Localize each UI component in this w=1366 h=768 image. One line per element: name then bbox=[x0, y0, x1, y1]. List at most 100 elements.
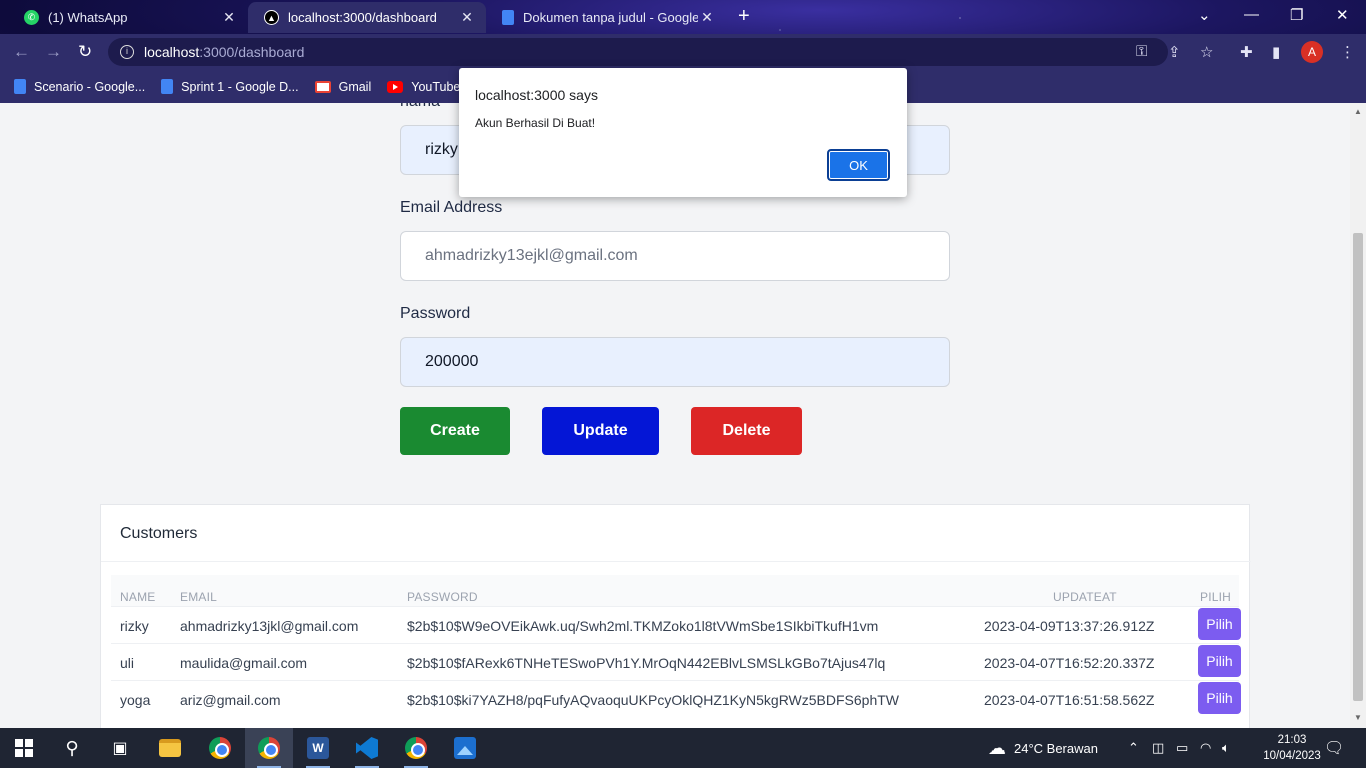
password-value: 200000 bbox=[425, 353, 479, 370]
wifi-icon[interactable]: ◠ bbox=[1200, 728, 1211, 768]
start-button[interactable] bbox=[0, 728, 48, 768]
window-close-icon[interactable]: ✕ bbox=[1336, 6, 1349, 24]
scroll-down-icon[interactable]: ▼ bbox=[1354, 713, 1362, 722]
tab-search-icon[interactable]: ⌄ bbox=[1198, 6, 1211, 24]
name-value: rizky bbox=[425, 141, 458, 158]
gmail-icon bbox=[314, 80, 331, 93]
reload-icon[interactable]: ↻ bbox=[78, 42, 92, 62]
dialog-message: Akun Berhasil Di Buat! bbox=[475, 116, 596, 130]
nextjs-icon: ▲ bbox=[264, 10, 279, 25]
share-icon[interactable]: ⇪ bbox=[1168, 43, 1181, 61]
bookmark-scenario[interactable]: Scenario - Google... bbox=[14, 79, 145, 94]
email-placeholder: ahmadrizky13ejkl@gmail.com bbox=[425, 247, 638, 264]
taskbar-word[interactable]: W bbox=[294, 728, 342, 768]
google-docs-icon bbox=[14, 79, 26, 94]
table-row: rizky ahmadrizky13jkl@gmail.com $2b$10$W… bbox=[111, 606, 1241, 643]
column-header-updateat: UPDATEAT bbox=[1053, 590, 1117, 604]
delete-button[interactable]: Delete bbox=[691, 407, 802, 455]
windows-taskbar: ⚲ ▣ W ☁ 24°C Berawan ⌃ ◫ ▭ ◠ 🔈︎ 21:03 10… bbox=[0, 728, 1366, 768]
chrome-icon bbox=[209, 737, 231, 759]
taskbar-chrome-2[interactable] bbox=[392, 728, 440, 768]
name-label: nama bbox=[400, 103, 440, 111]
folder-icon bbox=[159, 739, 181, 757]
update-button[interactable]: Update bbox=[542, 407, 659, 455]
bookmark-label: Scenario - Google... bbox=[34, 79, 146, 94]
page-scrollbar[interactable]: ▲ ▼ bbox=[1350, 103, 1366, 728]
word-icon: W bbox=[307, 737, 329, 759]
cell-name: yoga bbox=[120, 692, 151, 708]
site-info-icon[interactable]: i bbox=[120, 45, 134, 59]
close-icon[interactable]: ✕ bbox=[220, 9, 238, 26]
star-icon[interactable]: ☆ bbox=[1200, 43, 1213, 61]
battery-icon[interactable]: ▭ bbox=[1176, 728, 1188, 768]
taskbar-photos[interactable] bbox=[441, 728, 489, 768]
url-path: :3000/dashboard bbox=[199, 44, 305, 60]
close-icon[interactable]: ✕ bbox=[458, 9, 476, 26]
email-input[interactable]: ahmadrizky13ejkl@gmail.com bbox=[400, 231, 950, 281]
key-icon[interactable]: ⚿ bbox=[1136, 43, 1147, 60]
customers-card: Customers NAME EMAIL PASSWORD UPDATEAT P… bbox=[100, 504, 1251, 728]
new-tab-icon[interactable]: + bbox=[738, 6, 750, 26]
address-bar[interactable]: i localhost:3000/dashboard bbox=[108, 38, 1168, 66]
password-input[interactable]: 200000 bbox=[400, 337, 950, 387]
taskbar-vscode[interactable] bbox=[343, 728, 391, 768]
notifications-icon[interactable]: 🗨︎ bbox=[1324, 728, 1344, 768]
task-view-button[interactable]: ▣ bbox=[96, 728, 144, 768]
taskbar-chrome[interactable] bbox=[196, 728, 244, 768]
restore-icon[interactable]: ❐ bbox=[1290, 6, 1303, 24]
bookmark-label: Gmail bbox=[338, 79, 372, 94]
pilih-button[interactable]: Pilih bbox=[1198, 682, 1241, 714]
pilih-button[interactable]: Pilih bbox=[1198, 645, 1241, 677]
taskbar-file-explorer[interactable] bbox=[146, 728, 194, 768]
back-icon[interactable]: ← bbox=[13, 42, 30, 62]
password-label: Password bbox=[400, 305, 471, 322]
tab-google-docs[interactable]: Dokumen tanpa judul - Google D ✕ bbox=[486, 2, 726, 33]
scroll-up-icon[interactable]: ▲ bbox=[1354, 107, 1362, 116]
bookmark-youtube[interactable]: YouTube bbox=[387, 80, 460, 94]
cell-password: $2b$10$ki7YAZH8/pqFufyAQvaoquUKPcyOklQHZ… bbox=[407, 692, 900, 708]
cell-email: ahmadrizky13jkl@gmail.com bbox=[180, 618, 359, 634]
cell-password: $2b$10$fARexk6TNHeTESwoPVh1Y.MrOqN442EBl… bbox=[407, 655, 886, 671]
cell-name: uli bbox=[120, 655, 135, 671]
bookmark-gmail[interactable]: Gmail bbox=[314, 79, 372, 94]
column-header-password: PASSWORD bbox=[407, 590, 478, 604]
side-panel-icon[interactable]: ▮ bbox=[1272, 43, 1280, 61]
table-row: yoga ariz@gmail.com $2b$10$ki7YAZH8/pqFu… bbox=[111, 680, 1241, 717]
customers-title: Customers bbox=[120, 525, 198, 542]
meet-icon[interactable]: ◫ bbox=[1152, 728, 1164, 768]
scrollbar-thumb[interactable] bbox=[1353, 233, 1363, 701]
minimize-icon[interactable]: — bbox=[1244, 6, 1259, 23]
clock-date: 10/04/2023 bbox=[1263, 750, 1321, 762]
browser-toolbar: ← → ↻ i localhost:3000/dashboard ⚿ ⇪ ☆ ✚… bbox=[0, 34, 1366, 70]
chevron-up-icon[interactable]: ⌃ bbox=[1128, 728, 1139, 768]
ok-button[interactable]: OK bbox=[827, 149, 890, 181]
search-button[interactable]: ⚲ bbox=[48, 728, 96, 768]
taskbar-chrome-profile[interactable] bbox=[245, 728, 293, 768]
google-docs-icon bbox=[502, 10, 514, 25]
bookmark-sprint[interactable]: Sprint 1 - Google D... bbox=[161, 79, 299, 94]
pilih-button[interactable]: Pilih bbox=[1198, 608, 1241, 640]
close-icon[interactable]: ✕ bbox=[698, 9, 716, 26]
clock-time: 21:03 bbox=[1277, 734, 1307, 746]
forward-icon[interactable]: → bbox=[45, 42, 62, 62]
bookmark-label: Sprint 1 - Google D... bbox=[181, 79, 299, 94]
dialog-title: localhost:3000 says bbox=[475, 87, 598, 103]
menu-icon[interactable]: ⋮ bbox=[1340, 43, 1355, 61]
create-button[interactable]: Create bbox=[400, 407, 510, 455]
vscode-icon bbox=[356, 737, 378, 759]
cell-updateat: 2023-04-07T16:51:58.562Z bbox=[984, 692, 1155, 708]
volume-muted-icon[interactable]: 🔈︎ bbox=[1222, 728, 1230, 768]
profile-avatar[interactable]: A bbox=[1301, 41, 1323, 63]
weather-widget[interactable]: ☁ 24°C Berawan bbox=[988, 728, 1098, 768]
cell-email: ariz@gmail.com bbox=[180, 692, 281, 708]
google-docs-icon bbox=[161, 79, 174, 94]
search-icon: ⚲ bbox=[65, 737, 79, 758]
extensions-icon[interactable]: ✚ bbox=[1240, 43, 1253, 61]
cell-password: $2b$10$W9eOVEikAwk.uq/Swh2ml.TKMZoko1l8t… bbox=[407, 618, 879, 634]
tab-dashboard[interactable]: ▲ localhost:3000/dashboard ✕ bbox=[248, 2, 486, 33]
tab-whatsapp[interactable]: ✆ (1) WhatsApp ✕ bbox=[8, 2, 248, 33]
windows-icon bbox=[15, 739, 33, 757]
chrome-icon bbox=[405, 737, 427, 759]
chrome-icon bbox=[258, 737, 280, 759]
system-clock[interactable]: 21:03 10/04/2023 bbox=[1262, 732, 1322, 764]
